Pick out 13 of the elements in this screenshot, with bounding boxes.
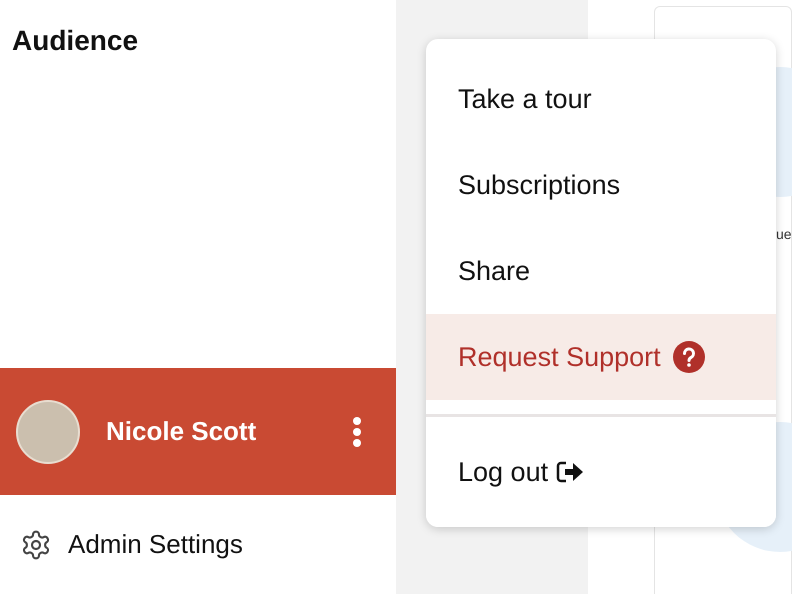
card-text: ue [776, 227, 792, 241]
menu-item[interactable]: Request Support [426, 314, 776, 400]
settings-icon [20, 528, 52, 560]
logout-icon [556, 460, 584, 484]
menu-item[interactable]: Share [426, 228, 776, 314]
menu-item[interactable]: Log out [426, 417, 776, 527]
more-icon[interactable] [352, 416, 362, 446]
sidebar-title: Audience [11, 24, 140, 58]
help-icon [672, 341, 705, 373]
admin-settings-link[interactable]: Admin Settings [68, 525, 243, 564]
user-name: Nicole Scott [106, 415, 256, 448]
menu-item[interactable]: Take a tour [426, 56, 776, 142]
menu-item[interactable]: Subscriptions [426, 142, 776, 228]
